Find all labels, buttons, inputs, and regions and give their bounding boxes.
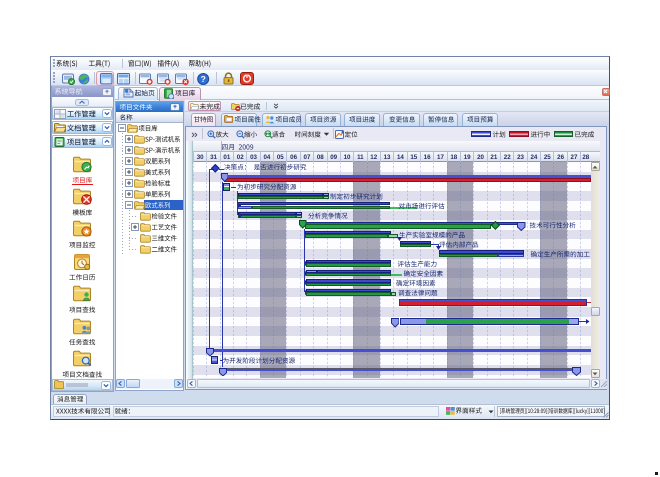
svg-text:?: ? [201, 74, 206, 84]
